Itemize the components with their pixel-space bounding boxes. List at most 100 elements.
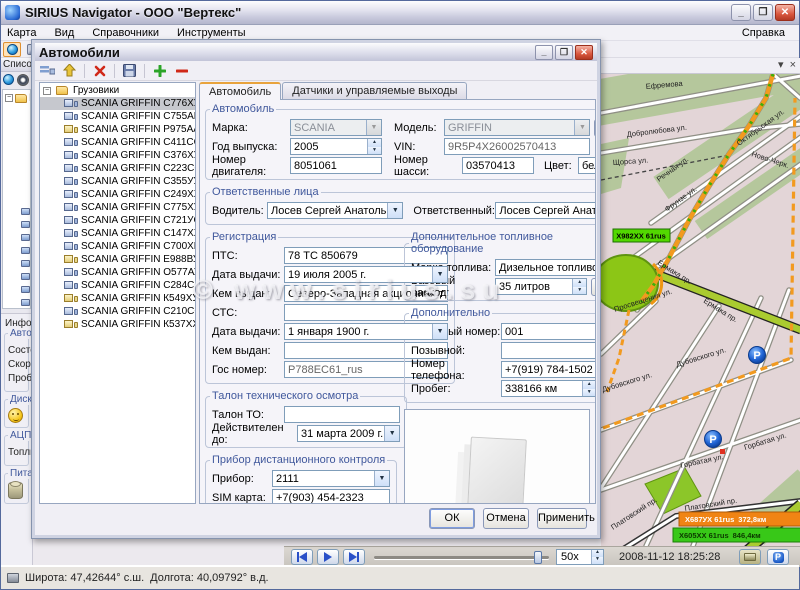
tree-item-vehicle[interactable]: SCANIA GRIFFIN С355УУ 61rus (40, 175, 195, 188)
mileage-spinner[interactable]: 338166 км▲▼ (501, 380, 596, 397)
ticket-field[interactable] (284, 406, 400, 423)
tree-item-vehicle[interactable]: SCANIA GRIFFIN С700ХВ 61rus (40, 240, 195, 253)
chevron-down-icon[interactable]: ▼ (432, 324, 447, 339)
tree-item-vehicle[interactable]: SCANIA GRIFFIN С776ХУ 61rus (40, 97, 195, 110)
minimize-button[interactable]: _ (731, 4, 751, 21)
spin-up-icon[interactable]: ▲ (583, 381, 596, 389)
menu-view[interactable]: Вид (54, 27, 74, 39)
cancel-button[interactable]: Отмена (483, 508, 529, 529)
color-field[interactable]: белый (578, 157, 596, 174)
vehicle-tree[interactable]: − Грузовики SCANIA GRIFFIN С776ХУ 61rusS… (39, 82, 196, 504)
vin-field[interactable]: 9R5P4X26002570413 (444, 138, 590, 155)
device-combo[interactable]: 2111▼ (272, 470, 390, 487)
spin-down-icon[interactable]: ▼ (592, 557, 603, 564)
spin-up-icon[interactable]: ▲ (368, 139, 381, 147)
tree-item-vehicle[interactable]: SCANIA GRIFFIN Р975АА 61rus (40, 123, 195, 136)
panel-collapse-icon[interactable]: ▾ (778, 60, 784, 71)
close-button[interactable]: ✕ (775, 4, 795, 21)
tree-item-vehicle[interactable]: SCANIA GRIFFIN С147ХХ 161rus (40, 227, 195, 240)
spin-down-icon[interactable]: ▼ (583, 389, 596, 397)
parking-toggle-button[interactable]: P (767, 549, 789, 565)
device-group: Прибор дистанционного контроля Прибор:21… (205, 454, 397, 504)
tab-vehicle[interactable]: Автомобиль (199, 82, 281, 100)
vehicle-tree-clipped[interactable]: −Грузовики (2, 89, 31, 309)
tree-item-vehicle[interactable]: SCANIA GRIFFIN К537ХХ 161rus (40, 318, 195, 331)
chevron-down-icon[interactable]: ▼ (374, 471, 389, 486)
ok-button[interactable]: ОК (429, 508, 475, 529)
skip-start-button[interactable] (291, 549, 313, 565)
map-mode-button[interactable] (3, 42, 21, 57)
spin-down-icon[interactable]: ▼ (573, 287, 586, 295)
callsign-field[interactable] (501, 342, 596, 359)
driver-combo[interactable]: Лосев Сергей Анатоль▼ (267, 202, 403, 219)
window-title: SIRIUS Navigator - ООО "Вертекс" (25, 5, 731, 20)
speed-spinner[interactable]: 50x ▲▼ (556, 549, 604, 565)
tree-item-vehicle[interactable]: SCANIA GRIFFIN С775ХУ 61rus (40, 201, 195, 214)
valid-until-picker[interactable]: 31 марта 2009 г.▼ (297, 425, 400, 442)
phone-field[interactable]: +7(919) 784-1502 (501, 361, 596, 378)
play-button[interactable] (317, 549, 339, 565)
garage-number-field[interactable]: 001 (501, 323, 596, 340)
responsible-combo[interactable]: Лосев Сергей Анатоль▼ (495, 202, 596, 219)
menu-tools[interactable]: Инструменты (177, 27, 246, 39)
tree-collapse-icon[interactable]: − (43, 87, 51, 95)
delete-button[interactable] (90, 62, 109, 79)
skip-end-button[interactable] (343, 549, 365, 565)
chevron-down-icon[interactable]: ▼ (384, 426, 399, 441)
chevron-down-icon[interactable]: ▼ (387, 203, 402, 218)
timeline-slider-thumb[interactable] (534, 551, 542, 564)
chevron-down-icon[interactable]: ▼ (574, 120, 589, 135)
sim-field[interactable]: +7(903) 454-2323 (272, 489, 390, 504)
tree-item-vehicle[interactable]: SCANIA GRIFFIN С376ХУ 61rus (40, 149, 195, 162)
model-browse-button[interactable]: ... (594, 119, 596, 137)
make-combo[interactable]: SCANIA▼ (290, 119, 382, 136)
spin-down-icon[interactable]: ▼ (368, 147, 381, 155)
add-row-button[interactable] (150, 62, 169, 79)
tree-item-vehicle[interactable]: SCANIA GRIFFIN С411СС 61rus (40, 136, 195, 149)
spin-up-icon[interactable]: ▲ (573, 279, 586, 287)
chassis-number-field[interactable]: 03570413 (462, 157, 534, 174)
tree-expand-icon[interactable]: − (5, 94, 13, 102)
issue-date2-picker[interactable]: 1 января 1900 г.▼ (284, 323, 448, 340)
dialog-maximize-button[interactable]: ❐ (555, 45, 573, 60)
chevron-down-icon[interactable]: ▼ (366, 120, 381, 135)
panel-close-icon[interactable]: × (790, 60, 796, 71)
tree-item-vehicle[interactable]: SCANIA GRIFFIN К549ХУ 161rus (40, 292, 195, 305)
fuel-brand-combo[interactable]: Дизельное топливо▼ (495, 259, 596, 276)
tree-item-vehicle[interactable]: SCANIA GRIFFIN С721УС 61rus (40, 214, 195, 227)
parking-marker: P (749, 347, 766, 364)
menu-map[interactable]: Карта (7, 27, 36, 39)
import-button[interactable] (60, 62, 79, 79)
map-canvas[interactable]: ЕфремоваДобролюбова ул.Щорса ул.Ново-Чер… (601, 74, 800, 546)
tree-item-vehicle[interactable]: SCANIA GRIFFIN С284СС 61rus (40, 279, 195, 292)
map-panel[interactable]: ▾ × (601, 58, 800, 546)
tree-item-vehicle[interactable]: SCANIA GRIFFIN С223СС 61rus (40, 162, 195, 175)
timeline-slider[interactable] (374, 556, 549, 559)
chevron-down-icon[interactable]: ▼ (432, 267, 447, 282)
dialog-minimize-button[interactable]: _ (535, 45, 553, 60)
tree-item-vehicle[interactable]: SCANIA GRIFFIN С249ХХ 61rus (40, 188, 195, 201)
model-combo[interactable]: GRIFFIN▼ (444, 119, 590, 136)
dialog-close-button[interactable]: ✕ (575, 45, 593, 60)
tree-item-vehicle[interactable]: SCANIA GRIFFIN О577АУ 61rus (40, 266, 195, 279)
menu-directories[interactable]: Справочники (92, 27, 159, 39)
eye-icon[interactable] (17, 74, 29, 86)
globe-icon[interactable] (3, 74, 14, 85)
vehicle-list-button[interactable] (38, 62, 57, 79)
remove-row-button[interactable] (172, 62, 191, 79)
year-spinner[interactable]: 2005▲▼ (290, 138, 382, 155)
maximize-button[interactable]: ❐ (753, 4, 773, 21)
tree-item-vehicle[interactable]: SCANIA GRIFFIN С210СС 61rus (40, 305, 195, 318)
issue-date-picker[interactable]: 19 июля 2005 г.▼ (284, 266, 448, 283)
track-log-button[interactable] (739, 549, 761, 565)
menu-help[interactable]: Справка (742, 27, 785, 39)
apply-button[interactable]: Применить (537, 508, 587, 529)
fuel-rate-spinner[interactable]: 35 литров▲▼ (495, 278, 587, 295)
tree-item-vehicle[interactable]: SCANIA GRIFFIN С755АЕ 61rus (40, 110, 195, 123)
tab-sensors[interactable]: Датчики и управляемые выходы (282, 82, 467, 99)
tree-root[interactable]: − Грузовики (40, 83, 195, 97)
tree-item-vehicle[interactable]: SCANIA GRIFFIN Е988ВУ 161rus (40, 253, 195, 266)
fuel-browse-button[interactable]: ... (591, 278, 596, 296)
engine-number-field[interactable]: 8051061 (290, 157, 382, 174)
save-button[interactable] (120, 62, 139, 79)
